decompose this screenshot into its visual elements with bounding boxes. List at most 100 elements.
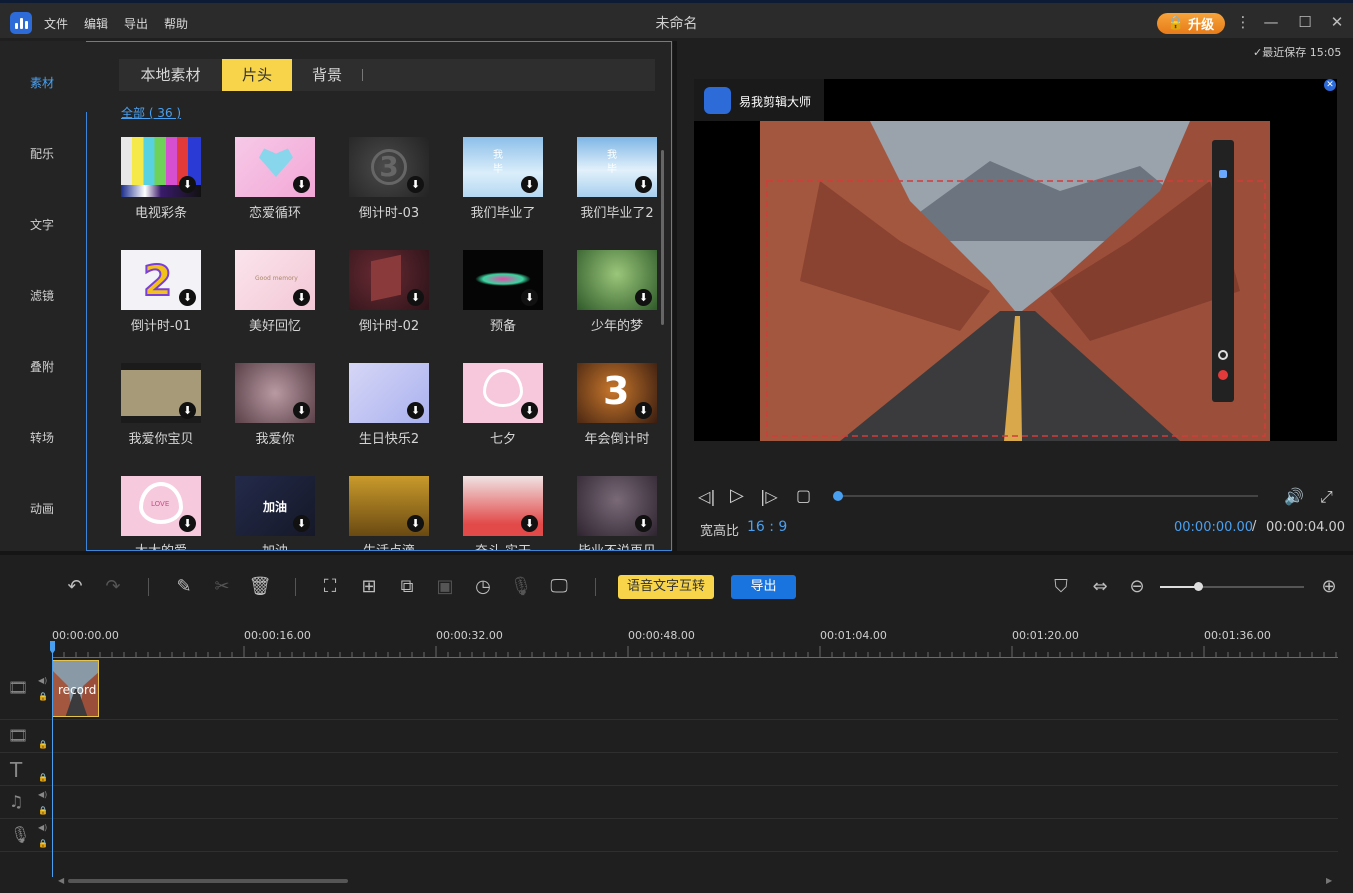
redo-icon[interactable]: ↷: [101, 575, 125, 599]
sidebar-item-text[interactable]: 文字: [0, 216, 84, 233]
sidebar-item-filter[interactable]: 滤镜: [0, 287, 84, 304]
crop-icon[interactable]: ⛶: [318, 575, 342, 599]
zoom-out-icon[interactable]: ⊖: [1125, 575, 1149, 599]
fit-width-icon[interactable]: ⇔: [1088, 575, 1112, 599]
play-icon[interactable]: ▷: [730, 485, 744, 506]
maximize-icon[interactable]: ☐: [1296, 13, 1314, 31]
aspect-ratio-select[interactable]: 16 : 9: [747, 519, 787, 535]
microphone-icon[interactable]: 🎙: [509, 575, 533, 599]
download-icon[interactable]: ⬇: [635, 289, 652, 306]
stop-circle-icon[interactable]: [1218, 350, 1228, 360]
panel-splitter[interactable]: [673, 41, 677, 551]
next-frame-icon[interactable]: |▷: [760, 487, 778, 506]
sidebar-item-overlay[interactable]: 叠附: [0, 358, 84, 375]
speaker-icon[interactable]: ◀): [38, 790, 47, 799]
download-icon[interactable]: ⬇: [179, 289, 196, 306]
tab-background[interactable]: 背景: [292, 59, 362, 91]
prev-frame-icon[interactable]: ◁|: [698, 487, 716, 506]
download-icon[interactable]: ⬇: [521, 289, 538, 306]
screen-record-icon[interactable]: 🖵: [547, 575, 571, 599]
upgrade-button[interactable]: 🔒 升级: [1157, 13, 1225, 34]
library-scrollbar[interactable]: [660, 142, 665, 542]
lock-icon[interactable]: 🔒: [38, 740, 48, 749]
template-thumb[interactable]: ⬇: [235, 137, 315, 197]
edit-icon[interactable]: ✎: [172, 575, 196, 599]
resize-icon[interactable]: ⊞: [357, 575, 381, 599]
marker-icon[interactable]: ⛉: [1049, 575, 1073, 599]
undo-icon[interactable]: ↶: [63, 575, 87, 599]
tab-local-media[interactable]: 本地素材: [119, 59, 222, 91]
record-icon[interactable]: [1218, 370, 1228, 380]
template-thumb[interactable]: ⬇: [463, 363, 543, 423]
close-icon[interactable]: ✕: [1324, 79, 1336, 91]
timeline-scrollbar[interactable]: [68, 879, 348, 883]
download-icon[interactable]: ⬇: [635, 176, 652, 193]
scroll-right-icon[interactable]: ▶: [1326, 876, 1332, 885]
download-icon[interactable]: ⬇: [407, 402, 424, 419]
template-thumb[interactable]: ⬇: [577, 476, 657, 536]
seek-handle[interactable]: [833, 491, 843, 501]
download-icon[interactable]: ⬇: [179, 402, 196, 419]
panel-splitter[interactable]: [0, 551, 1353, 555]
zoom-slider-handle[interactable]: [1194, 582, 1203, 591]
template-thumb[interactable]: ⬇: [349, 250, 429, 310]
duration-icon[interactable]: ◷: [471, 575, 495, 599]
seek-bar[interactable]: [838, 495, 1258, 497]
mosaic-icon[interactable]: ⧉: [395, 575, 419, 599]
template-thumb[interactable]: 我 毕 ⬇: [463, 137, 543, 197]
freeze-frame-icon[interactable]: ▣: [433, 575, 457, 599]
download-icon[interactable]: ⬇: [521, 402, 538, 419]
download-icon[interactable]: ⬇: [407, 289, 424, 306]
app-logo-icon[interactable]: [10, 12, 32, 34]
template-thumb[interactable]: ⬇: [349, 363, 429, 423]
scroll-thumb[interactable]: [661, 150, 664, 325]
minimize-icon[interactable]: —: [1262, 13, 1280, 31]
template-thumb[interactable]: 加油 ⬇: [235, 476, 315, 536]
sidebar-item-music[interactable]: 配乐: [0, 145, 84, 162]
template-thumb[interactable]: ⬇: [121, 363, 201, 423]
sidebar-item-transition[interactable]: 转场: [0, 429, 84, 446]
tab-intro[interactable]: 片头: [222, 59, 292, 91]
pen-icon[interactable]: [1219, 170, 1227, 178]
fullscreen-icon[interactable]: ⤢: [1320, 487, 1333, 507]
download-icon[interactable]: ⬇: [407, 515, 424, 532]
volume-icon[interactable]: 🔊: [1284, 487, 1304, 506]
speaker-icon[interactable]: ◀): [38, 676, 47, 685]
download-icon[interactable]: ⬇: [293, 176, 310, 193]
download-icon[interactable]: ⬇: [179, 176, 196, 193]
template-thumb[interactable]: LOVE ⬇: [121, 476, 201, 536]
lock-icon[interactable]: 🔒: [38, 839, 48, 848]
lock-icon[interactable]: 🔒: [38, 773, 48, 782]
download-icon[interactable]: ⬇: [521, 515, 538, 532]
close-icon[interactable]: ✕: [1328, 13, 1346, 31]
template-thumb[interactable]: 3 ⬇: [577, 363, 657, 423]
speech-text-button[interactable]: 语音文字互转: [618, 575, 714, 599]
template-thumb[interactable]: ⬇: [235, 363, 315, 423]
download-icon[interactable]: ⬇: [293, 402, 310, 419]
template-thumb[interactable]: 3 ⬇: [349, 137, 429, 197]
lock-icon[interactable]: 🔒: [38, 806, 48, 815]
delete-icon[interactable]: 🗑: [248, 575, 272, 599]
zoom-in-icon[interactable]: ⊕: [1317, 575, 1341, 599]
download-icon[interactable]: ⬇: [179, 515, 196, 532]
template-thumb[interactable]: ⬇: [577, 250, 657, 310]
download-icon[interactable]: ⬇: [407, 176, 424, 193]
download-icon[interactable]: ⬇: [635, 402, 652, 419]
template-thumb[interactable]: 我 毕 ⬇: [577, 137, 657, 197]
template-thumb[interactable]: 2 ⬇: [121, 250, 201, 310]
time-ruler[interactable]: [52, 646, 1338, 658]
download-icon[interactable]: ⬇: [293, 289, 310, 306]
sidebar-item-material[interactable]: 素材: [0, 74, 84, 91]
cut-icon[interactable]: ✂: [210, 575, 234, 599]
download-icon[interactable]: ⬇: [293, 515, 310, 532]
stop-icon[interactable]: ▢: [796, 486, 811, 505]
template-thumb[interactable]: ⬇: [463, 250, 543, 310]
export-button[interactable]: 导出: [731, 575, 796, 599]
menu-file[interactable]: 文件: [44, 15, 68, 32]
template-thumb[interactable]: Good memory ⬇: [235, 250, 315, 310]
playhead-line[interactable]: [52, 641, 53, 877]
template-thumb[interactable]: ⬇: [463, 476, 543, 536]
menu-edit[interactable]: 编辑: [84, 15, 108, 32]
menu-help[interactable]: 帮助: [164, 15, 188, 32]
sidebar-item-animation[interactable]: 动画: [0, 500, 84, 517]
